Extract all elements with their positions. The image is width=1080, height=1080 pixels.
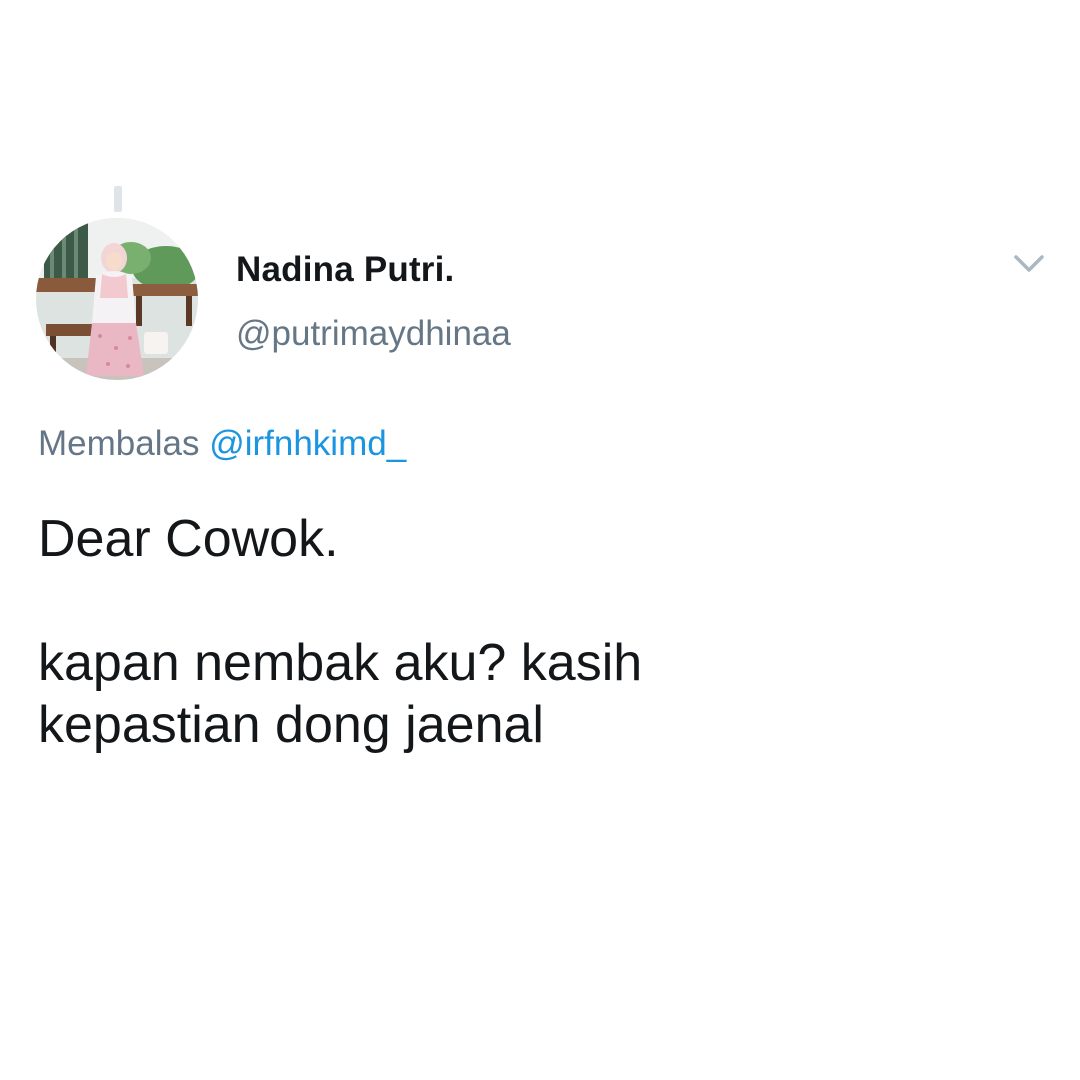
author-display-name[interactable]: Nadina Putri.	[236, 250, 454, 290]
avatar[interactable]	[36, 218, 198, 380]
chevron-down-icon	[1014, 255, 1044, 272]
author-handle[interactable]: @putrimaydhinaa	[236, 314, 511, 354]
avatar-photo-icon	[36, 218, 198, 380]
reply-mention-link[interactable]: @irfnhkimd_	[209, 424, 406, 463]
reply-prefix: Membalas	[38, 424, 200, 463]
tweet-menu-button[interactable]	[1010, 248, 1048, 278]
thread-connector-line	[114, 186, 122, 212]
reply-context: Membalas @irfnhkimd_	[38, 424, 406, 464]
tweet-text: Dear Cowok. kapan nembak aku? kasih kepa…	[38, 510, 643, 754]
